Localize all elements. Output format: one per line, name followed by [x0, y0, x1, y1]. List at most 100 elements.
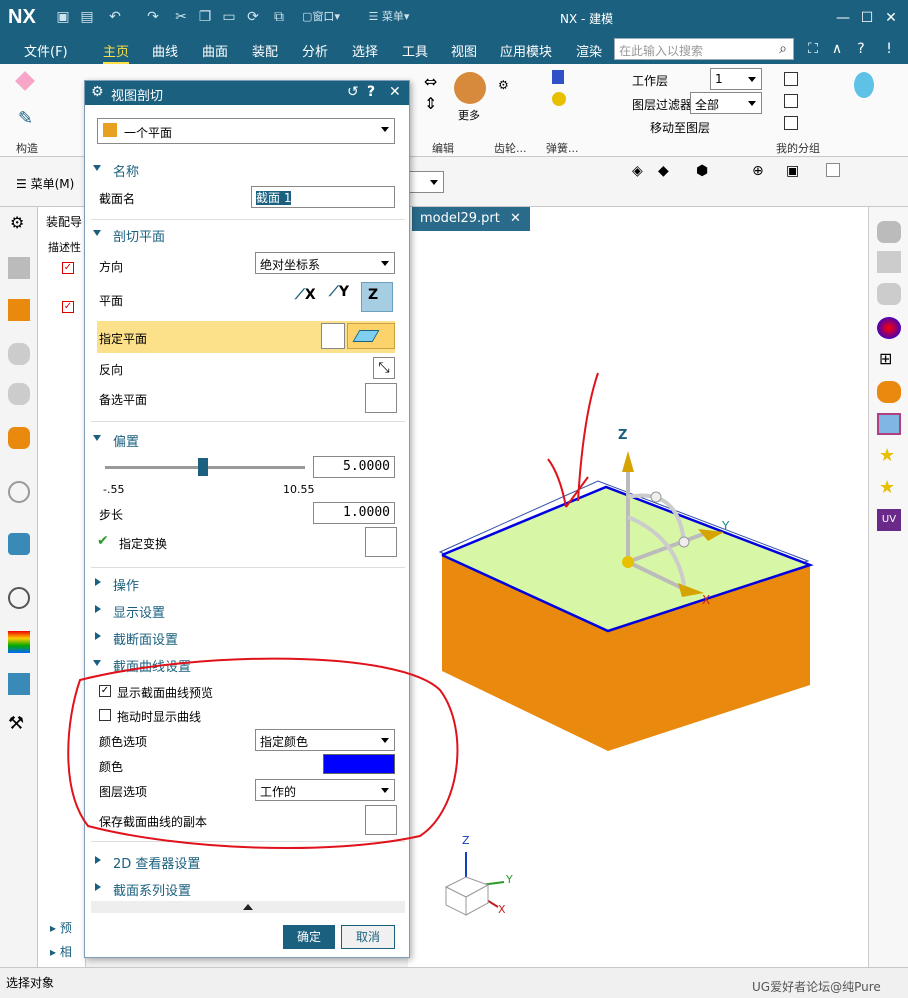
- spring2-icon[interactable]: [552, 92, 566, 106]
- work-layer-select[interactable]: 1: [710, 68, 762, 90]
- settings-icon[interactable]: ⚙: [10, 213, 28, 232]
- nav-related-section[interactable]: ▸ 相: [50, 943, 72, 960]
- constraint-nav-icon[interactable]: [8, 299, 30, 321]
- section-series-header[interactable]: 截面系列设置: [91, 877, 405, 899]
- fullscreen-icon[interactable]: ⛶: [804, 40, 822, 58]
- operation-header[interactable]: 操作: [91, 572, 405, 594]
- view-orient-icon[interactable]: ◈: [632, 163, 650, 181]
- view-icon-4[interactable]: [877, 381, 901, 403]
- menu-curve[interactable]: 曲线: [152, 41, 178, 60]
- filter-select[interactable]: [408, 171, 444, 193]
- show-preview-checkbox[interactable]: ✓: [99, 685, 111, 697]
- copy-icon[interactable]: ❐: [196, 8, 214, 26]
- menu-assembly[interactable]: 装配: [252, 41, 278, 60]
- info-icon[interactable]: [8, 481, 30, 503]
- paste-icon[interactable]: ▭: [220, 8, 238, 26]
- section-name-input[interactable]: 截面 1: [251, 186, 395, 208]
- color-swatch[interactable]: [323, 754, 395, 774]
- step-input[interactable]: 1.0000: [313, 502, 395, 524]
- repeat-icon[interactable]: ⟳: [244, 8, 262, 26]
- menu-tools[interactable]: 工具: [402, 41, 428, 60]
- maximize-button[interactable]: ☐: [856, 8, 878, 28]
- display-settings-header[interactable]: 显示设置: [91, 599, 405, 621]
- uv-icon[interactable]: UV: [877, 509, 901, 531]
- save-all-icon[interactable]: ▤: [78, 8, 96, 26]
- alt-plane-button[interactable]: [365, 383, 397, 413]
- dialog-title-bar[interactable]: ⚙ 视图剖切 ↺ ? ✕: [85, 81, 409, 105]
- dialog-help-icon[interactable]: ?: [367, 84, 375, 100]
- menu-analysis[interactable]: 分析: [302, 41, 328, 60]
- menu-render[interactable]: 渲染: [576, 41, 602, 60]
- layer-filter-select[interactable]: 全部: [690, 92, 762, 114]
- more-label[interactable]: 更多: [458, 107, 480, 123]
- history-icon[interactable]: [8, 587, 30, 609]
- offset-slider-thumb[interactable]: [198, 458, 208, 476]
- offset-header[interactable]: 偏置: [91, 428, 405, 450]
- gear-tool-icon[interactable]: ⚙: [498, 78, 516, 96]
- nav-preview-section[interactable]: ▸ 预: [50, 919, 72, 936]
- move-face-icon[interactable]: ⇔: [424, 72, 442, 91]
- edit-sketch-icon[interactable]: ✎: [18, 108, 36, 129]
- menu-surface[interactable]: 曲面: [202, 41, 228, 60]
- alert-icon[interactable]: !: [880, 40, 898, 58]
- move-to-layer-button[interactable]: 移动至图层: [650, 119, 710, 136]
- section-icon[interactable]: ▣: [786, 163, 804, 181]
- palette-icon[interactable]: [8, 631, 30, 653]
- plane-z-button[interactable]: Z: [361, 282, 393, 312]
- section-curve-header[interactable]: 截面曲线设置: [91, 653, 405, 675]
- minimize-button[interactable]: —: [832, 8, 854, 28]
- web-browser-icon[interactable]: [8, 533, 30, 555]
- reset-icon[interactable]: ↺: [347, 84, 359, 100]
- collapse-dialog-bar[interactable]: [91, 901, 405, 913]
- save-copy-button[interactable]: [365, 805, 397, 835]
- model-view[interactable]: [408, 207, 868, 967]
- star-icon-1[interactable]: ★: [879, 445, 897, 466]
- tree-icon[interactable]: ⊞: [879, 349, 897, 368]
- filter-check-3[interactable]: [784, 116, 798, 130]
- show-on-drag-checkbox[interactable]: [99, 709, 111, 721]
- section-name-header[interactable]: 名称: [91, 158, 405, 180]
- search-icon[interactable]: ⌕: [774, 40, 792, 58]
- hd3d-icon[interactable]: [8, 427, 30, 449]
- toolbar-menu-button[interactable]: ☰ 菜单(M): [16, 175, 74, 192]
- plane-type-dropdown[interactable]: [347, 323, 395, 349]
- menu-file[interactable]: 文件(F): [24, 41, 68, 60]
- menu-home[interactable]: 主页: [103, 41, 130, 64]
- spring-icon[interactable]: [552, 70, 564, 84]
- type-select[interactable]: 一个平面: [97, 118, 395, 144]
- drop-icon[interactable]: [854, 72, 874, 98]
- reuse-lib-icon[interactable]: [8, 383, 30, 405]
- part-tab[interactable]: model29.prt ✕: [412, 207, 530, 231]
- star-icon-2[interactable]: ★: [879, 477, 897, 498]
- ok-button[interactable]: 确定: [283, 925, 335, 949]
- layer-option-select[interactable]: 工作的: [255, 779, 395, 801]
- dialog-close-icon[interactable]: ✕: [389, 84, 401, 100]
- window-menu[interactable]: ▢窗口▾: [294, 8, 348, 26]
- view-icon-1[interactable]: [877, 221, 901, 243]
- cancel-button[interactable]: 取消: [341, 925, 395, 949]
- view-icon-2[interactable]: [877, 251, 901, 273]
- part-nav-icon[interactable]: [8, 343, 30, 365]
- save-icon[interactable]: ▣: [54, 8, 72, 26]
- filter-check-1[interactable]: [784, 72, 798, 86]
- render-style-icon[interactable]: ◆: [658, 163, 676, 181]
- undo-icon[interactable]: ↶: [106, 8, 124, 26]
- redo-icon[interactable]: ↷: [144, 8, 162, 26]
- offset-face-icon[interactable]: ⇕: [424, 94, 442, 113]
- image-icon[interactable]: [877, 413, 901, 435]
- node-check-1[interactable]: ✓: [62, 262, 74, 274]
- plane-dialog-button[interactable]: [321, 323, 345, 349]
- menu-select[interactable]: 选择: [352, 41, 378, 60]
- offset-input[interactable]: 5.0000: [313, 456, 395, 478]
- cut-icon[interactable]: ✂: [172, 8, 190, 26]
- snap-icon[interactable]: ⊕: [752, 163, 770, 181]
- view-icon-3[interactable]: [877, 283, 901, 305]
- role-icon[interactable]: [8, 673, 30, 695]
- menu-view[interactable]: 视图: [451, 41, 477, 60]
- filter-check-2[interactable]: [784, 94, 798, 108]
- collapse-ribbon-icon[interactable]: ∧: [828, 40, 846, 58]
- more-icon[interactable]: [454, 72, 486, 104]
- specify-transform-button[interactable]: [365, 527, 397, 557]
- menu-applications[interactable]: 应用模块: [500, 41, 552, 60]
- viewer-2d-header[interactable]: 2D 查看器设置: [91, 850, 405, 872]
